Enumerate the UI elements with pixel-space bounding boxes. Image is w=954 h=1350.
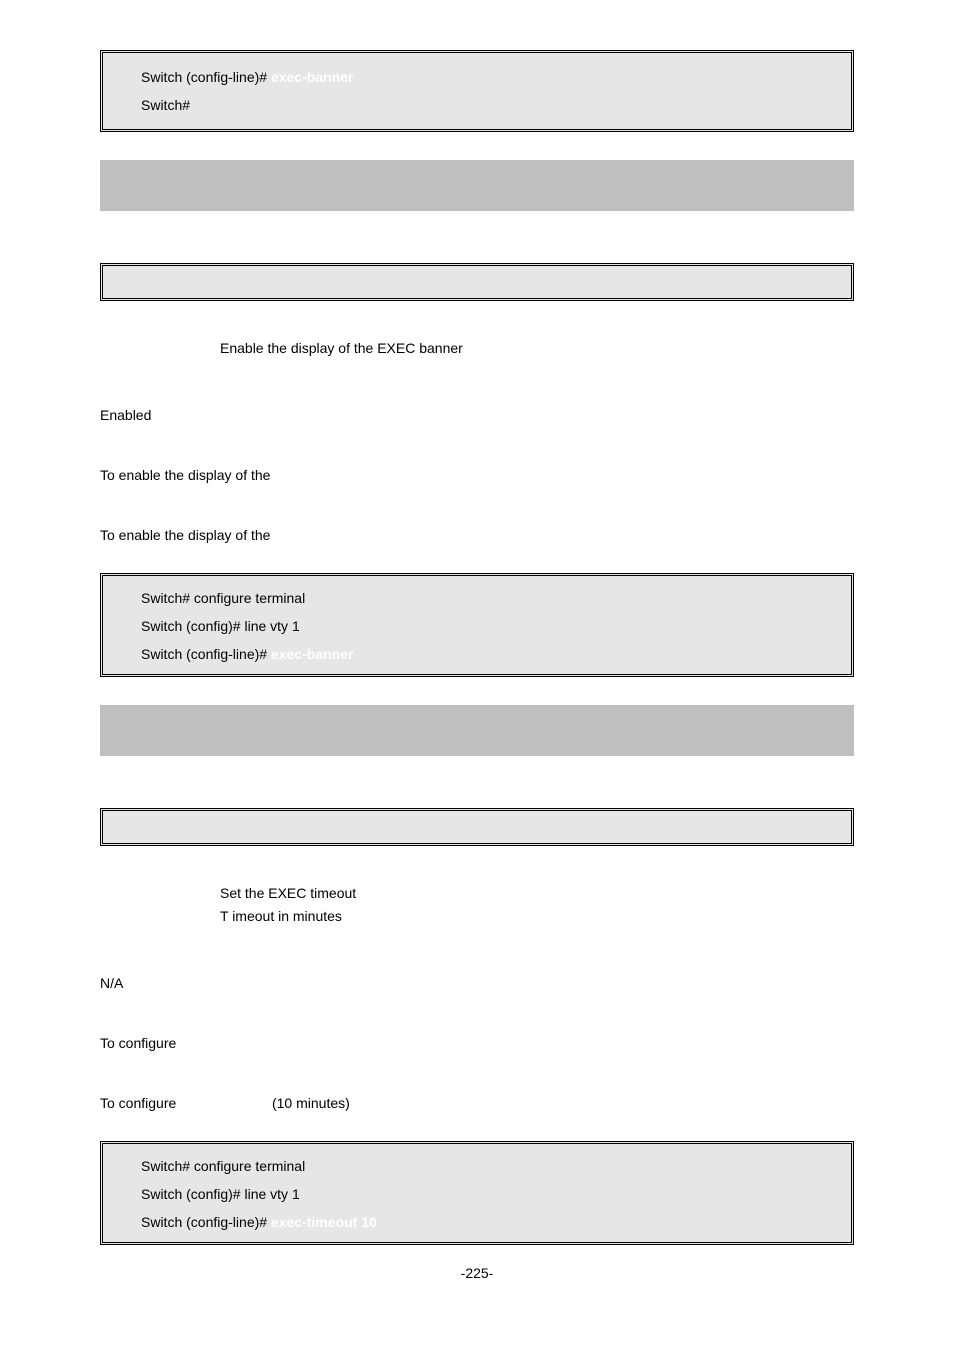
mode-text: To enable the display of the EXEC banner… (100, 467, 854, 483)
page-number: -225- (100, 1265, 854, 1281)
usage-text: To configure EXEC timeout (10 minutes) (100, 1095, 854, 1111)
parameter-row: exec-timeout Set the EXEC timeout (100, 882, 854, 904)
example-code-box: Switch# configure terminal Switch (confi… (100, 1141, 854, 1245)
parameter-row: exec-banner Enable the display of the EX… (100, 337, 854, 359)
parameter-label: Parameter (100, 860, 854, 876)
syntax-label: Syntax (100, 786, 854, 802)
code-line: Switch (config-line)# exec-timeout 10 (141, 1208, 833, 1236)
usage-label: Usage Guide (100, 505, 854, 521)
default-label: Default (100, 385, 854, 401)
example-code-box: Switch# configure terminal Switch (confi… (100, 573, 854, 677)
usage-label: Usage Guide (100, 1073, 854, 1089)
mode-label: Mode (100, 1013, 854, 1029)
intro-code-box: Switch (config-line)# exec-banner Switch… (100, 50, 854, 132)
code-line: Switch (config-line)# exec-banner (141, 63, 833, 91)
section-heading: exec-timeout (100, 705, 854, 756)
command-text: exec-banner (271, 69, 353, 85)
parameter-label: Parameter (100, 315, 854, 331)
param-key: exec-timeout (100, 882, 220, 904)
param-key: <0-1440> (100, 905, 220, 927)
code-line: Switch (config)# line vty 1 (141, 1180, 833, 1208)
syntax-box: exec-banner (100, 263, 854, 301)
prompt-text: Switch (config-line)# (141, 69, 267, 85)
mode-label: Mode (100, 445, 854, 461)
param-value: Enable the display of the EXEC banner (220, 337, 854, 359)
code-line: Switch (config)# line vty 1 (141, 612, 833, 640)
section-heading: exec-banner (100, 160, 854, 211)
code-line: Switch (config-line)# exec-banner (141, 640, 833, 668)
example-label: Example (100, 551, 854, 567)
param-key: exec-banner (100, 337, 220, 359)
page-container: Switch (config-line)# exec-banner Switch… (0, 0, 954, 1311)
param-value: T imeout in minutes (220, 905, 854, 927)
default-text: Enabled (100, 407, 854, 423)
syntax-label: Syntax (100, 241, 854, 257)
syntax-box: exec-timeout <0-1440> (100, 808, 854, 846)
parameter-row: <0-1440> T imeout in minutes (100, 905, 854, 927)
param-value: Set the EXEC timeout (220, 882, 854, 904)
mode-text: To configure EXEC timeout (100, 1035, 854, 1051)
code-line: Switch# configure terminal (141, 584, 833, 612)
code-line: Switch# configure terminal (141, 1152, 833, 1180)
default-text: N/A (100, 975, 854, 991)
code-line: Switch# (141, 91, 833, 119)
example-label: Example (100, 1119, 854, 1135)
default-label: Default (100, 953, 854, 969)
usage-text: To enable the display of the EXEC banner… (100, 527, 854, 543)
